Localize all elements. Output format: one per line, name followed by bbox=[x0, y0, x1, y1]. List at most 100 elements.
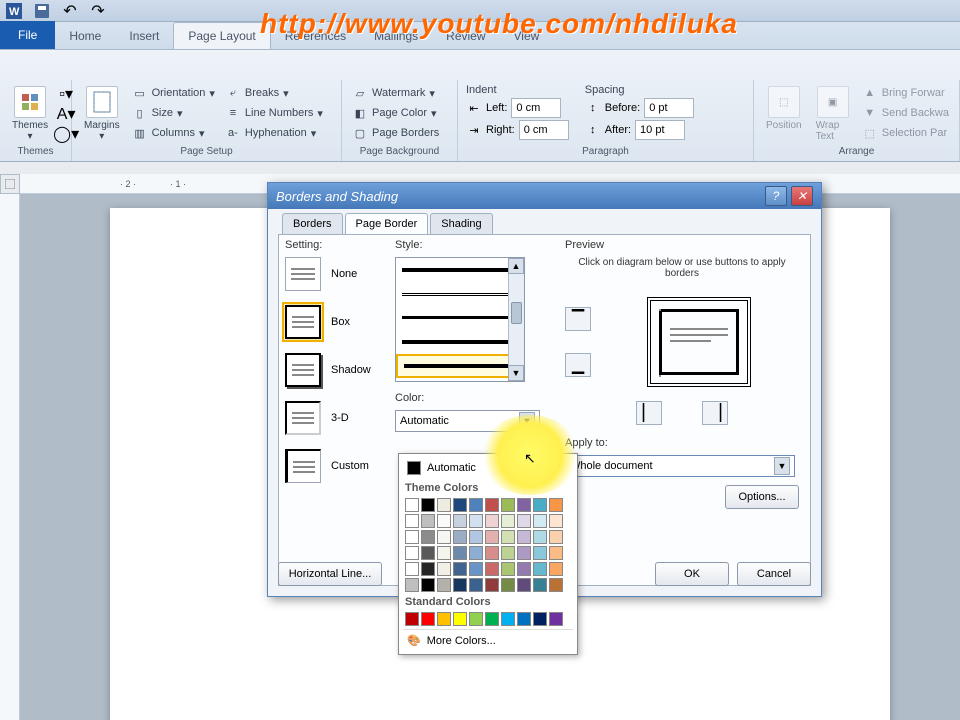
color-swatch[interactable] bbox=[437, 514, 451, 528]
color-swatch[interactable] bbox=[549, 562, 563, 576]
color-swatch[interactable] bbox=[549, 546, 563, 560]
color-swatch[interactable] bbox=[549, 578, 563, 592]
color-swatch[interactable] bbox=[437, 578, 451, 592]
themes-button[interactable]: Themes▾ bbox=[8, 84, 52, 144]
color-swatch[interactable] bbox=[517, 578, 531, 592]
color-swatch[interactable] bbox=[549, 612, 563, 626]
color-swatch[interactable] bbox=[421, 530, 435, 544]
color-swatch[interactable] bbox=[533, 530, 547, 544]
tab-page-layout[interactable]: Page Layout bbox=[173, 22, 270, 49]
tab-page-border[interactable]: Page Border bbox=[345, 213, 429, 234]
selection-pane-button[interactable]: ⬚Selection Par bbox=[860, 124, 951, 142]
color-swatch[interactable] bbox=[533, 578, 547, 592]
bring-forward-button[interactable]: ▲Bring Forwar bbox=[860, 84, 951, 102]
wrap-text-button[interactable]: ▣Wrap Text bbox=[812, 84, 854, 144]
color-swatch[interactable] bbox=[405, 562, 419, 576]
chevron-down-icon[interactable]: ▼ bbox=[774, 457, 790, 475]
color-swatch[interactable] bbox=[421, 514, 435, 528]
color-automatic[interactable]: Automatic bbox=[403, 458, 573, 478]
color-swatch[interactable] bbox=[501, 562, 515, 576]
color-swatch[interactable] bbox=[517, 514, 531, 528]
margins-button[interactable]: Margins▾ bbox=[80, 84, 124, 144]
color-swatch[interactable] bbox=[469, 578, 483, 592]
orientation-button[interactable]: ▭Orientation ▾ bbox=[130, 84, 217, 102]
columns-button[interactable]: ▥Columns ▾ bbox=[130, 124, 217, 142]
color-combobox[interactable]: Automatic ▼ bbox=[395, 410, 540, 432]
color-swatch[interactable] bbox=[453, 562, 467, 576]
color-swatch[interactable] bbox=[533, 612, 547, 626]
color-swatch[interactable] bbox=[421, 612, 435, 626]
tab-shading[interactable]: Shading bbox=[430, 213, 492, 234]
preview-diagram[interactable] bbox=[647, 297, 751, 387]
setting-shadow[interactable]: Shadow bbox=[285, 353, 385, 387]
color-swatch[interactable] bbox=[421, 546, 435, 560]
redo-icon[interactable]: ↷ bbox=[88, 2, 108, 20]
color-swatch[interactable] bbox=[533, 562, 547, 576]
color-swatch[interactable] bbox=[485, 514, 499, 528]
color-swatch[interactable] bbox=[405, 514, 419, 528]
color-swatch[interactable] bbox=[501, 578, 515, 592]
color-swatch[interactable] bbox=[517, 498, 531, 512]
indent-right-input[interactable] bbox=[519, 120, 569, 140]
color-swatch[interactable] bbox=[469, 546, 483, 560]
color-swatch[interactable] bbox=[453, 498, 467, 512]
options-button[interactable]: Options... bbox=[725, 485, 799, 509]
color-swatch[interactable] bbox=[453, 514, 467, 528]
ok-button[interactable]: OK bbox=[655, 562, 729, 586]
undo-icon[interactable]: ↶ bbox=[60, 2, 80, 20]
color-swatch[interactable] bbox=[485, 546, 499, 560]
color-swatch[interactable] bbox=[437, 612, 451, 626]
cancel-button[interactable]: Cancel bbox=[737, 562, 811, 586]
color-swatch[interactable] bbox=[501, 612, 515, 626]
save-icon[interactable] bbox=[32, 2, 52, 20]
tab-insert[interactable]: Insert bbox=[115, 23, 173, 49]
color-swatch[interactable] bbox=[517, 562, 531, 576]
spacing-before-input[interactable] bbox=[644, 98, 694, 118]
tab-file[interactable]: File bbox=[0, 21, 55, 49]
more-colors[interactable]: 🎨More Colors... bbox=[403, 629, 573, 650]
color-swatch[interactable] bbox=[501, 530, 515, 544]
color-swatch[interactable] bbox=[517, 612, 531, 626]
apply-to-combobox[interactable]: Whole document▼ bbox=[565, 455, 795, 477]
color-swatch[interactable] bbox=[421, 562, 435, 576]
color-swatch[interactable] bbox=[437, 562, 451, 576]
color-swatch[interactable] bbox=[453, 530, 467, 544]
color-swatch[interactable] bbox=[517, 546, 531, 560]
color-swatch[interactable] bbox=[421, 498, 435, 512]
setting-box[interactable]: Box bbox=[285, 305, 385, 339]
preview-top-button[interactable]: ▔ bbox=[565, 307, 591, 331]
color-swatch[interactable] bbox=[485, 578, 499, 592]
color-swatch[interactable] bbox=[533, 546, 547, 560]
setting-3d[interactable]: 3-D bbox=[285, 401, 385, 435]
color-swatch[interactable] bbox=[517, 530, 531, 544]
color-swatch[interactable] bbox=[549, 514, 563, 528]
horizontal-line-button[interactable]: Horizontal Line... bbox=[278, 562, 382, 586]
size-button[interactable]: ▯Size ▾ bbox=[130, 104, 217, 122]
color-swatch[interactable] bbox=[501, 498, 515, 512]
color-swatch[interactable] bbox=[469, 514, 483, 528]
color-swatch[interactable] bbox=[469, 498, 483, 512]
color-swatch[interactable] bbox=[437, 546, 451, 560]
spacing-after-input[interactable] bbox=[635, 120, 685, 140]
color-swatch[interactable] bbox=[549, 498, 563, 512]
setting-custom[interactable]: Custom bbox=[285, 449, 385, 483]
color-swatch[interactable] bbox=[533, 514, 547, 528]
preview-right-button[interactable]: ▕ bbox=[702, 401, 728, 425]
setting-none[interactable]: None bbox=[285, 257, 385, 291]
color-swatch[interactable] bbox=[405, 578, 419, 592]
color-swatch[interactable] bbox=[485, 498, 499, 512]
color-swatch[interactable] bbox=[501, 514, 515, 528]
color-swatch[interactable] bbox=[533, 498, 547, 512]
style-scroll-down[interactable]: ▼ bbox=[508, 365, 524, 381]
color-swatch[interactable] bbox=[437, 530, 451, 544]
color-swatch[interactable] bbox=[549, 530, 563, 544]
style-scroll-thumb[interactable] bbox=[511, 302, 522, 324]
ruler-corner[interactable] bbox=[0, 174, 20, 194]
color-swatch[interactable] bbox=[453, 578, 467, 592]
line-numbers-button[interactable]: ≡Line Numbers ▾ bbox=[223, 104, 325, 122]
page-borders-button[interactable]: ▢Page Borders bbox=[350, 124, 441, 142]
color-swatch[interactable] bbox=[485, 562, 499, 576]
dialog-help-button[interactable]: ? bbox=[765, 186, 787, 206]
dialog-close-button[interactable]: ✕ bbox=[791, 186, 813, 206]
tab-borders[interactable]: Borders bbox=[282, 213, 343, 234]
